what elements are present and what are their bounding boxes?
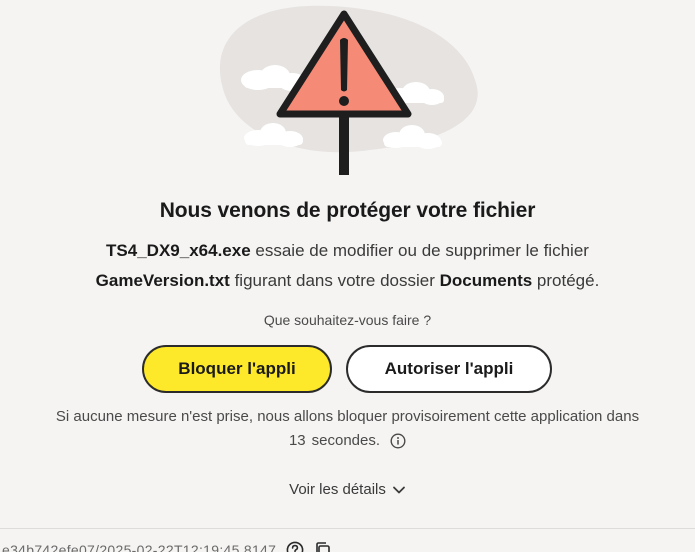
- footer: e34b742efe07/2025-02-22T12:19:45.8147: [0, 540, 695, 552]
- dialog-message: TS4_DX9_x64.exe essaie de modifier ou de…: [20, 236, 675, 296]
- exclamation-dot: [339, 96, 349, 106]
- sign-post: [339, 110, 349, 175]
- protection-dialog: Nous venons de protéger votre fichier TS…: [0, 0, 695, 552]
- message-text-2: figurant dans votre dossier: [229, 271, 440, 290]
- details-label: Voir les détails: [289, 481, 386, 498]
- footer-divider: [0, 528, 695, 529]
- copy-icon[interactable]: [314, 541, 332, 552]
- allow-app-button[interactable]: Autoriser l'appli: [346, 345, 552, 393]
- chevron-down-icon: [392, 486, 405, 493]
- question-text: Que souhaitez-vous faire ?: [263, 312, 432, 328]
- help-icon[interactable]: [286, 541, 304, 552]
- warning-illustration: [219, 5, 478, 175]
- message-text-3: protégé.: [532, 271, 600, 290]
- folder-name: Documents: [439, 271, 533, 290]
- file-name: GameVersion.txt: [95, 271, 230, 290]
- countdown-text: Si aucune mesure n'est prise, nous allon…: [55, 408, 640, 425]
- countdown-timer: 13 secondes.: [0, 432, 695, 449]
- block-app-button[interactable]: Bloquer l'appli: [142, 345, 332, 393]
- event-id: e34b742efe07/2025-02-22T12:19:45.8147: [2, 542, 277, 552]
- details-toggle[interactable]: Voir les détails: [0, 481, 695, 498]
- app-name: TS4_DX9_x64.exe: [106, 241, 251, 260]
- info-icon[interactable]: [390, 432, 406, 449]
- countdown-seconds: 13: [288, 432, 306, 449]
- exclamation-mark: [340, 38, 348, 92]
- message-text-1: essaie de modifier ou de supprimer le fi…: [250, 241, 589, 260]
- dialog-title: Nous venons de protéger votre fichier: [159, 199, 536, 222]
- countdown-unit: secondes.: [311, 432, 381, 449]
